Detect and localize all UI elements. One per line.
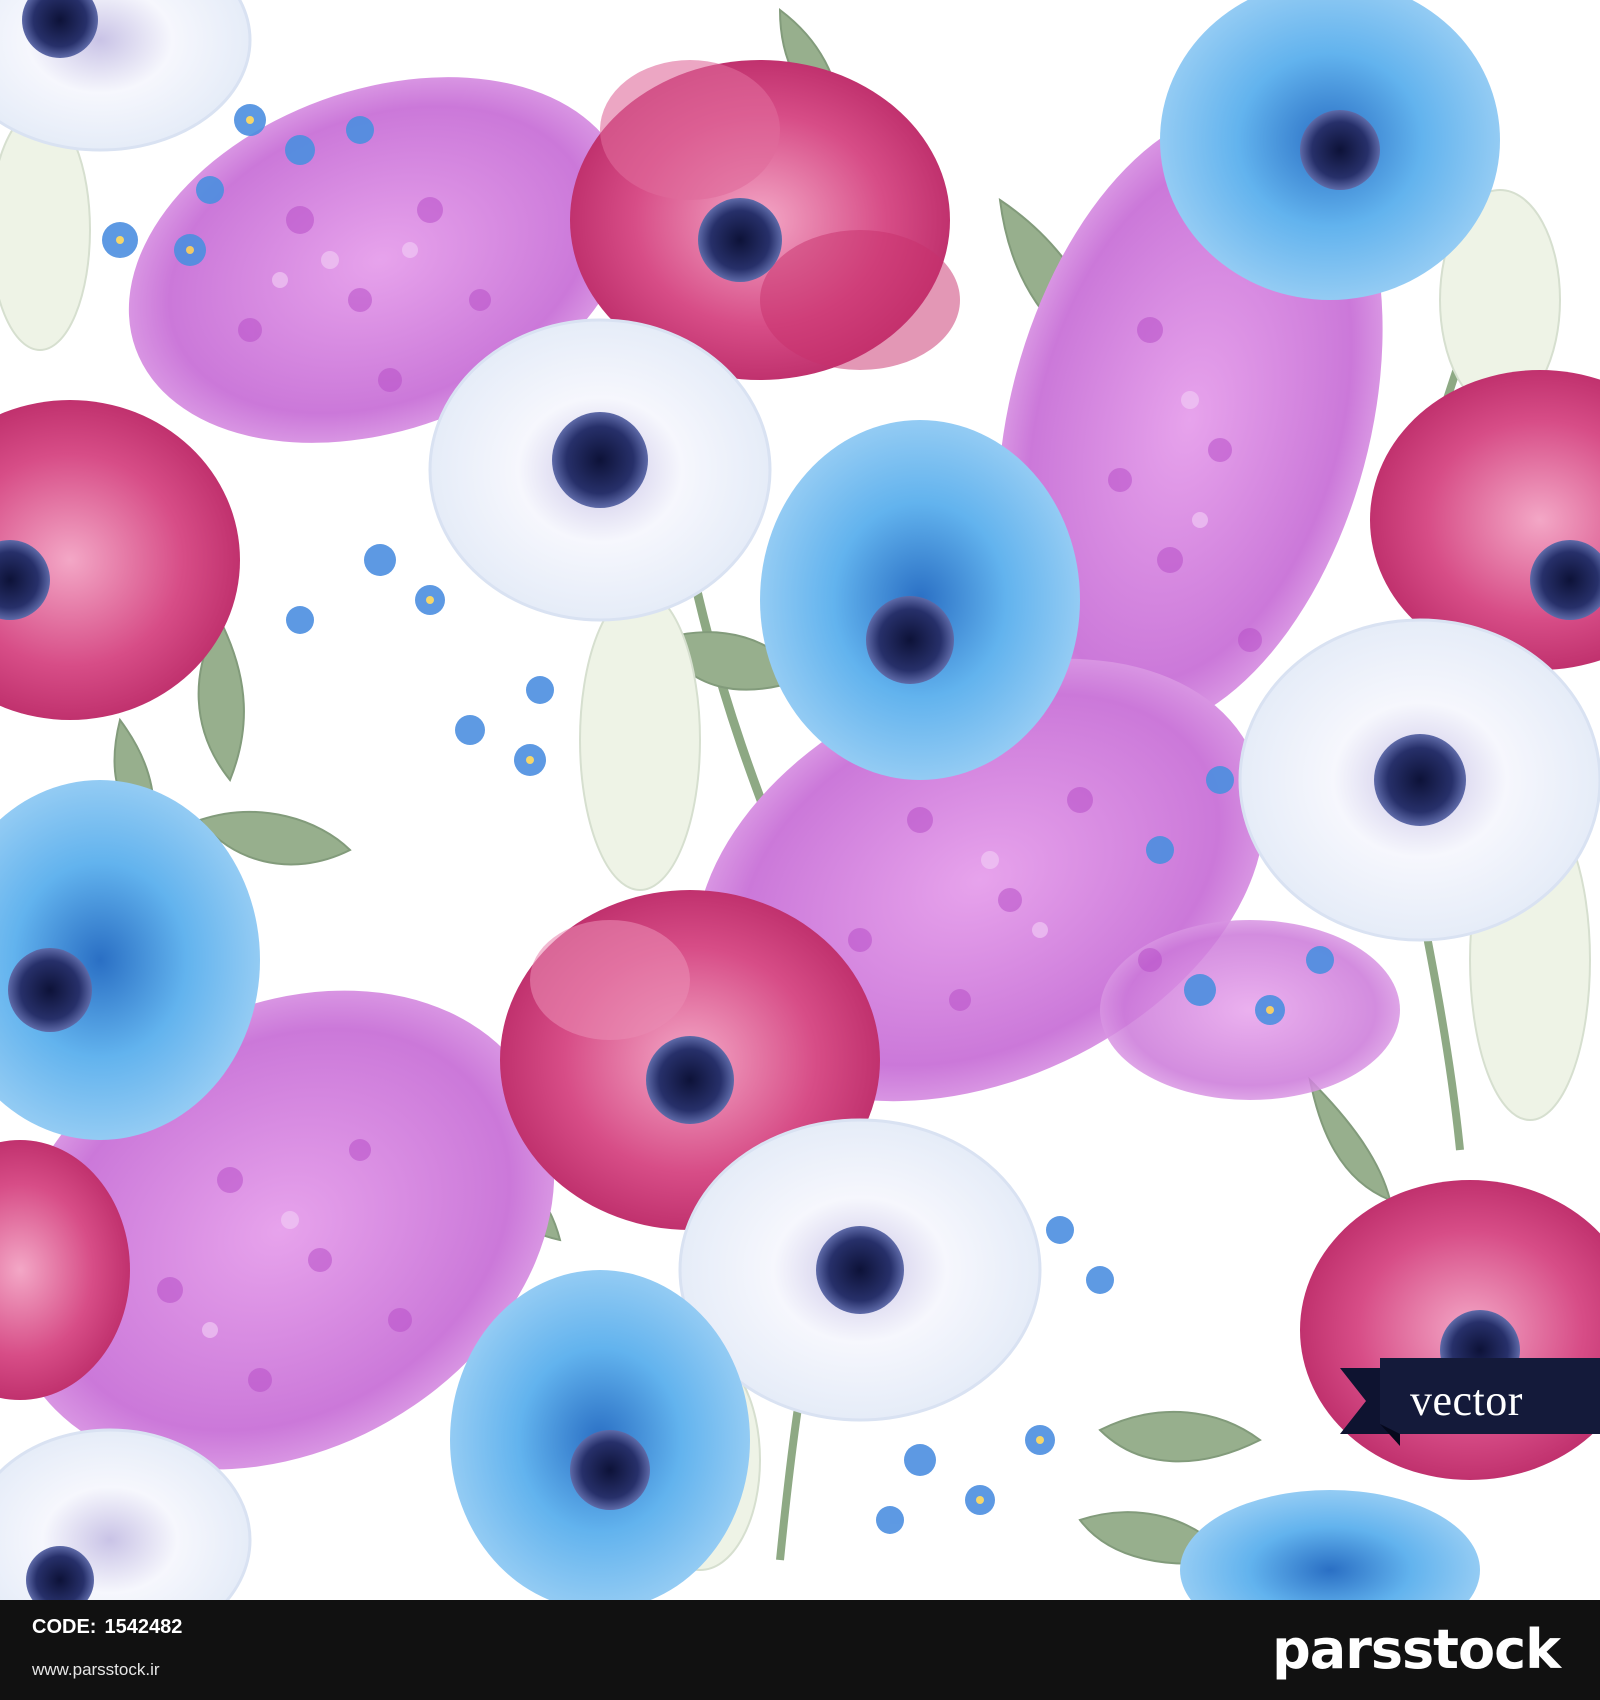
website-link[interactable]: www.parsstock.ir (32, 1660, 160, 1680)
stock-image-stage: vector CODE: 1542482 www.parsstock.ir par… (0, 0, 1600, 1700)
image-code: CODE: 1542482 (32, 1616, 190, 1639)
stock-footer: CODE: 1542482 www.parsstock.ir parsstock (0, 1600, 1600, 1700)
brand-logo: parsstock (1272, 1618, 1561, 1681)
vector-ribbon: vector (1340, 1358, 1600, 1446)
blue-anemone-center (760, 420, 1080, 780)
ribbon-label: vector (1410, 1376, 1523, 1425)
code-value: 1542482 (104, 1616, 183, 1638)
blue-anemone-lower (450, 1270, 750, 1600)
code-label: CODE: (32, 1616, 97, 1638)
white-anemone-center (428, 318, 772, 622)
white-anemone-right (1238, 618, 1600, 942)
